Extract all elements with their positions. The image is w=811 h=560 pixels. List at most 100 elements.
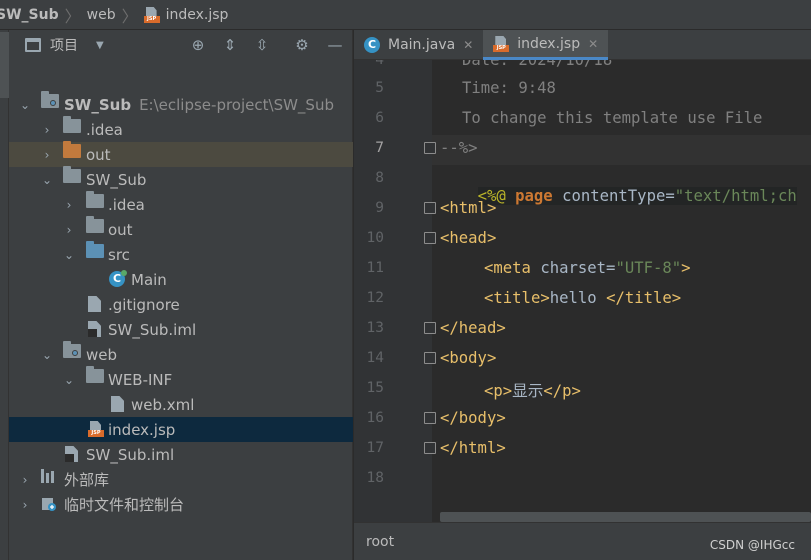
folder-icon: [63, 116, 81, 133]
tree-item-label: Main: [131, 270, 167, 289]
chevron-down-icon[interactable]: ⌄: [40, 348, 54, 362]
tree-item-label: out: [108, 220, 133, 239]
line-number: 9: [375, 200, 384, 216]
chevron-down-icon[interactable]: ⌄: [40, 173, 54, 187]
fold-marker[interactable]: [424, 232, 436, 244]
chevron-right-icon[interactable]: ›: [40, 123, 54, 137]
chevron-right-icon[interactable]: ›: [18, 473, 32, 487]
code-line-paragraph: <p>显示</p>: [484, 382, 581, 400]
chevron-right-icon[interactable]: ›: [62, 198, 76, 212]
fold-marker[interactable]: [424, 142, 436, 154]
chevron-down-icon[interactable]: ⌄: [18, 98, 32, 112]
tree-row-web-xml[interactable]: web.xml: [9, 392, 353, 417]
chevron-down-icon[interactable]: ▼: [96, 40, 104, 51]
folder-icon: [86, 191, 104, 208]
code-line-meta: <meta charset="UTF-8">: [484, 259, 691, 277]
tree-row-idea[interactable]: › .idea: [9, 116, 353, 142]
code-line: <body>: [440, 349, 497, 367]
tree-item-label: 外部库: [64, 471, 110, 489]
tab-main-java[interactable]: C Main.java ✕: [354, 30, 483, 60]
tree-row-module-out[interactable]: › out: [9, 216, 353, 242]
project-panel-header: 项目 ▼ ⊕ ⇕ ⇳ ⚙ —: [9, 30, 352, 60]
line-number: 14: [366, 350, 384, 366]
line-number: 13: [366, 320, 384, 336]
tab-index-jsp[interactable]: JSP index.jsp ✕: [483, 30, 609, 60]
tree-row-scratches[interactable]: › 临时文件和控制台: [9, 492, 353, 517]
line-number: 15: [366, 380, 384, 396]
gear-icon[interactable]: ⚙: [292, 35, 312, 55]
structure-breadcrumb[interactable]: root: [366, 534, 394, 550]
chevron-right-icon[interactable]: ›: [40, 148, 54, 162]
tree-item-label: SW_Sub: [86, 170, 147, 189]
iml-file-icon: [88, 321, 101, 337]
code-line: </html>: [440, 439, 506, 457]
code-editor[interactable]: 4 5 6 7 8 9 10 11 12 13 14 15 16 17 18 D…: [354, 60, 811, 522]
code-line: Time: 9:48: [462, 79, 556, 97]
breadcrumb-folder[interactable]: web: [87, 7, 116, 23]
tree-row-gitignore[interactable]: .gitignore: [9, 292, 353, 317]
tree-item-label: web.xml: [131, 395, 195, 414]
tree-row-module[interactable]: ⌄ SW_Sub: [9, 166, 353, 192]
module-folder-icon: [41, 91, 59, 108]
tree-item-label: .gitignore: [108, 295, 180, 314]
code-line: <html>: [440, 199, 497, 217]
folder-icon: [86, 216, 104, 233]
breadcrumb-project[interactable]: SW_Sub: [0, 7, 59, 23]
libraries-icon: [41, 469, 57, 483]
tree-row-web-inf[interactable]: ⌄ WEB-INF: [9, 366, 353, 392]
breadcrumb-separator: 〉: [121, 6, 138, 26]
minimize-icon[interactable]: —: [325, 35, 345, 55]
tree-row-index-jsp[interactable]: JSP index.jsp: [9, 417, 353, 442]
line-number: 17: [366, 440, 384, 456]
navigation-bar: SW_Sub 〉 web 〉 JSP index.jsp: [0, 0, 811, 30]
line-number: 4: [375, 60, 384, 68]
tree-row-module-idea[interactable]: › .idea: [9, 191, 353, 217]
tree-item-label: WEB-INF: [108, 370, 173, 389]
locate-file-icon[interactable]: ⊕: [188, 35, 208, 55]
tree-item-label: src: [108, 245, 130, 264]
xml-file-icon: [111, 396, 124, 412]
project-tool-window-tab[interactable]: [0, 32, 9, 98]
collapse-all-icon[interactable]: ⇳: [252, 35, 272, 55]
fold-marker[interactable]: [424, 442, 436, 454]
chevron-down-icon[interactable]: ⌄: [62, 248, 76, 262]
jsp-file-icon: JSP: [88, 421, 104, 437]
code-line: To change this template use File: [462, 109, 763, 127]
source-folder-icon: [86, 241, 104, 258]
iml-file-icon: [65, 446, 78, 462]
module-folder-icon: [63, 166, 81, 183]
close-icon[interactable]: ✕: [588, 37, 598, 51]
close-icon[interactable]: ✕: [463, 38, 473, 52]
tree-row-src[interactable]: ⌄ src: [9, 241, 353, 267]
jsp-file-icon: JSP: [493, 35, 510, 52]
jsp-file-icon: JSP: [143, 6, 160, 23]
tree-row-main-class[interactable]: C Main: [9, 267, 353, 292]
project-panel-title[interactable]: 项目: [50, 35, 78, 55]
tree-row-project-root[interactable]: ⌄ SW_Sub E:\eclipse-project\SW_Sub: [9, 91, 353, 117]
fold-marker[interactable]: [424, 412, 436, 424]
code-line: <head>: [440, 229, 497, 247]
chevron-right-icon[interactable]: ›: [62, 223, 76, 237]
breadcrumb-separator: 〉: [64, 6, 81, 26]
tree-row-root-iml[interactable]: SW_Sub.iml: [9, 442, 353, 467]
fold-marker[interactable]: [424, 352, 436, 364]
expand-all-icon[interactable]: ⇕: [220, 35, 240, 55]
breadcrumb-file[interactable]: index.jsp: [166, 7, 229, 23]
fold-marker[interactable]: [424, 202, 436, 214]
tree-row-web[interactable]: ⌄ web: [9, 341, 353, 367]
line-number: 7: [375, 140, 384, 156]
tree-row-out[interactable]: › out: [9, 141, 353, 167]
tree-row-module-iml[interactable]: SW_Sub.iml: [9, 317, 353, 342]
tree-item-label: index.jsp: [108, 420, 176, 439]
tree-row-external-libraries[interactable]: › 外部库: [9, 467, 353, 492]
left-tool-stripe: [0, 30, 9, 560]
tree-item-label: 临时文件和控制台: [64, 496, 185, 514]
web-folder-icon: [63, 341, 81, 358]
fold-marker[interactable]: [424, 322, 436, 334]
chevron-right-icon[interactable]: ›: [18, 498, 32, 512]
horizontal-scrollbar[interactable]: [440, 512, 811, 522]
line-number: 10: [366, 230, 384, 246]
chevron-down-icon[interactable]: ⌄: [62, 373, 76, 387]
scratches-console-icon: [41, 496, 57, 512]
line-number: 5: [375, 80, 384, 96]
